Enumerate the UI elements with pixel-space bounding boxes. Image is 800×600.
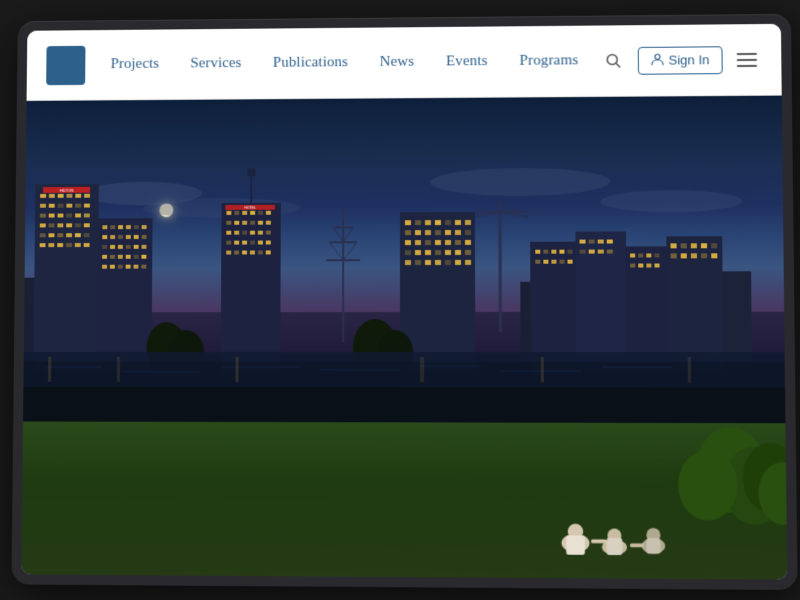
site-logo <box>46 45 85 84</box>
people-silhouettes <box>362 422 787 579</box>
menu-line-2 <box>737 58 757 60</box>
search-button[interactable] <box>599 47 627 75</box>
nav-link-events[interactable]: Events <box>430 45 504 78</box>
navbar: Projects Services Publications News Even… <box>27 24 782 101</box>
nav-link-programs[interactable]: Programs <box>503 44 594 77</box>
screen: Projects Services Publications News Even… <box>21 24 787 580</box>
menu-line-1 <box>737 52 757 54</box>
menu-button[interactable] <box>733 48 762 70</box>
nav-link-projects[interactable]: Projects <box>95 48 175 81</box>
svg-text:HOTEL: HOTEL <box>244 206 256 210</box>
svg-text:HILTON: HILTON <box>60 187 74 192</box>
nav-link-publications[interactable]: Publications <box>257 46 364 79</box>
device-frame: Projects Services Publications News Even… <box>11 14 797 590</box>
sign-in-button[interactable]: Sign In <box>637 46 722 75</box>
nav-links: Projects Services Publications News Even… <box>95 44 599 81</box>
menu-line-3 <box>737 64 757 66</box>
nav-link-news[interactable]: News <box>364 46 430 79</box>
sign-in-label: Sign In <box>669 52 710 67</box>
city-skyline: HILTON <box>23 150 786 433</box>
user-icon <box>650 52 663 68</box>
hero-section: HILTON <box>21 96 787 580</box>
nav-actions: Sign In <box>599 45 761 74</box>
grass-area <box>21 422 787 580</box>
nav-link-services[interactable]: Services <box>175 47 258 80</box>
